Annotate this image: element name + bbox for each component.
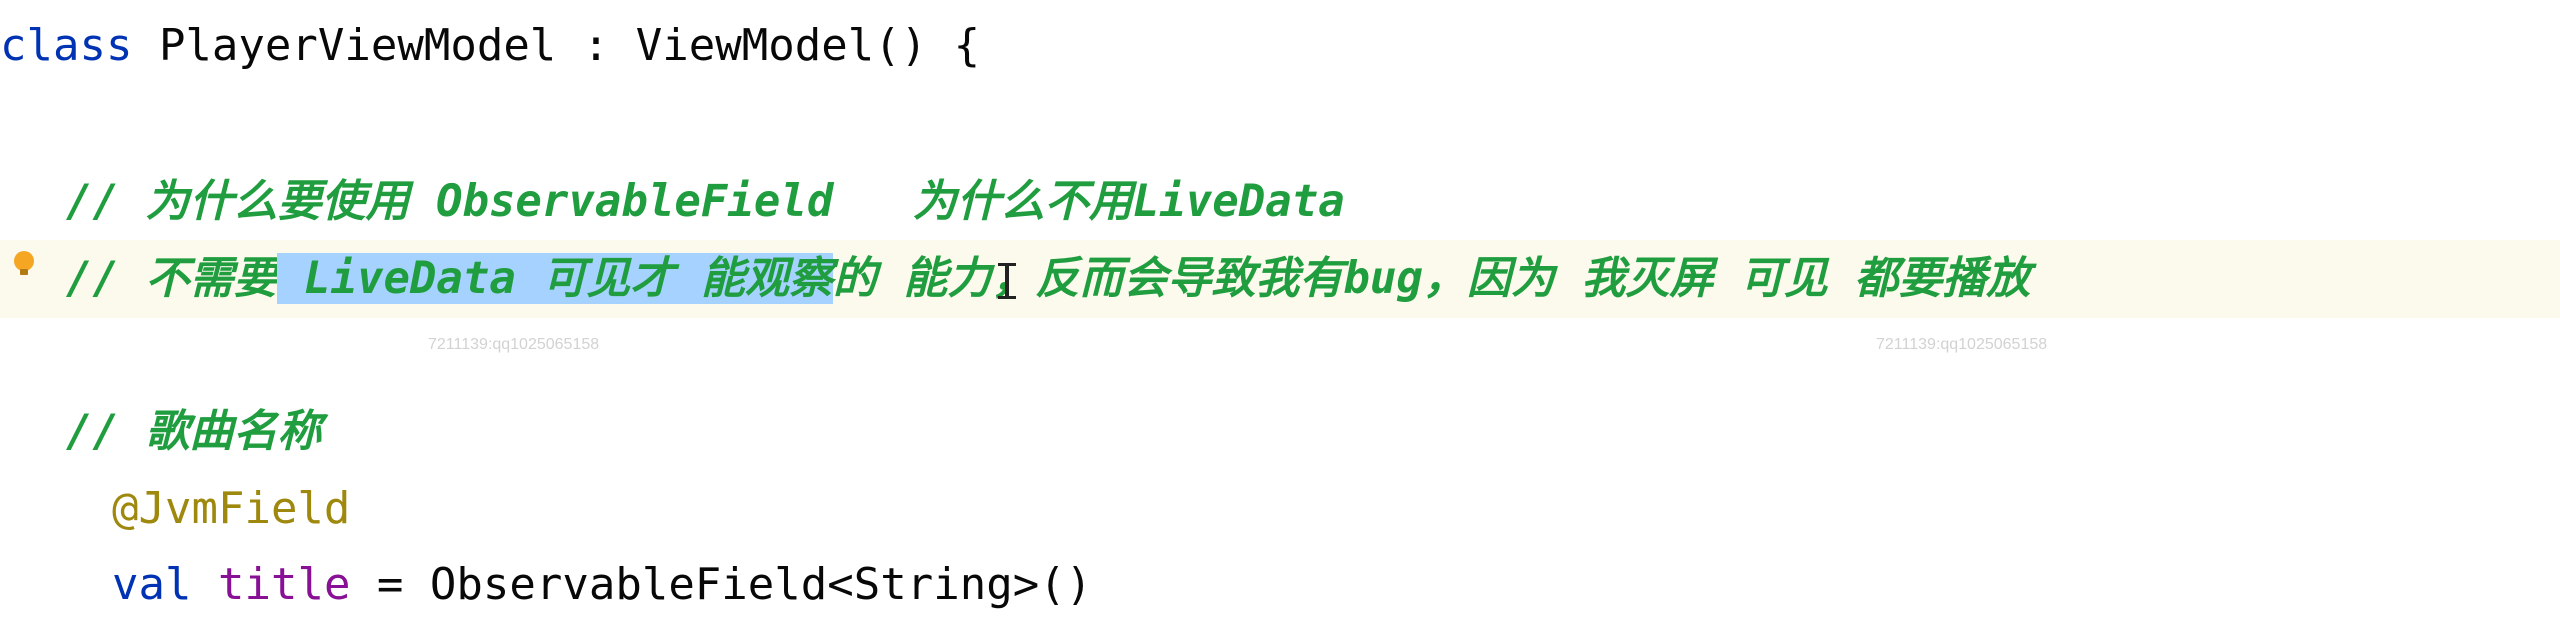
initializer-text: = ObservableField<String>(): [350, 559, 1093, 610]
comment-text: // 为什么要使用 ObservableField 为什么不用LiveData: [66, 176, 1345, 227]
text-selection[interactable]: LiveData 可见才 能观察: [277, 253, 833, 304]
code-line-comment-1[interactable]: // 为什么要使用 ObservableField 为什么不用LiveData: [0, 163, 2560, 241]
class-declaration-text: PlayerViewModel : ViewModel() {: [132, 20, 981, 71]
comment-text-before-selection: // 不需要: [66, 253, 278, 304]
code-line-blank[interactable]: [0, 318, 2560, 396]
code-line-class-declaration[interactable]: class PlayerViewModel : ViewModel() {: [0, 7, 2560, 85]
keyword-class: class: [0, 20, 133, 71]
code-line-comment-2[interactable]: // 不需要 LiveData 可见才 能观察的 能力，反而会导致我有bug，因…: [0, 240, 2560, 318]
code-line-annotation[interactable]: @JvmField: [0, 470, 2560, 548]
text-cursor-icon: [998, 263, 1016, 299]
comment-text: // 歌曲名称: [66, 406, 322, 457]
code-line-blank[interactable]: [0, 85, 2560, 163]
keyword-val: val: [112, 559, 192, 610]
code-line-comment-3[interactable]: // 歌曲名称: [0, 393, 2560, 471]
lightbulb-icon[interactable]: [14, 251, 34, 275]
code-line-val-title[interactable]: val title = ObservableField<String>(): [0, 546, 2560, 624]
property-title: title: [217, 559, 351, 610]
annotation-jvmfield: @JvmField: [112, 483, 351, 534]
